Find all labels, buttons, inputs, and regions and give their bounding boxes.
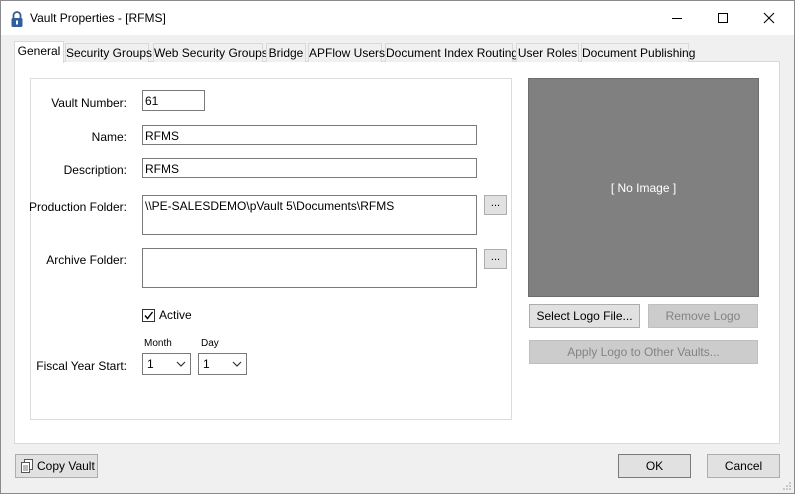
description-input[interactable]: RFMS — [142, 158, 477, 178]
minimize-button[interactable] — [654, 1, 700, 35]
checkmark-icon — [144, 311, 154, 320]
logo-preview: [ No Image ] — [528, 78, 759, 297]
maximize-button[interactable] — [700, 1, 746, 35]
day-label: Day — [201, 338, 219, 349]
production-folder-browse-button[interactable]: ... — [484, 195, 507, 215]
lock-icon — [11, 11, 23, 27]
month-select[interactable]: 1 — [142, 353, 191, 375]
ok-button[interactable]: OK — [618, 454, 691, 478]
vault-properties-window: Vault Properties - [RFMS] General Securi… — [0, 0, 795, 494]
production-folder-input[interactable]: \\PE-SALESDEMO\pVault 5\Documents\RFMS — [142, 195, 477, 235]
chevron-down-icon — [176, 361, 186, 367]
tab-bridge[interactable]: Bridge — [266, 43, 306, 62]
tab-apflow-users[interactable]: APFlow Users — [308, 43, 385, 62]
close-button[interactable] — [746, 1, 792, 35]
day-value: 1 — [203, 357, 210, 371]
vault-number-label: Vault Number: — [51, 96, 127, 110]
archive-folder-label: Archive Folder: — [46, 253, 127, 267]
no-image-placeholder: [ No Image ] — [610, 180, 677, 195]
tab-web-security-groups[interactable]: Web Security Groups — [153, 43, 268, 62]
copy-vault-button[interactable]: Copy Vault — [15, 454, 98, 478]
maximize-icon — [718, 13, 728, 23]
name-label: Name: — [91, 130, 127, 144]
window-title: Vault Properties - [RFMS] — [30, 11, 166, 25]
tab-security-groups[interactable]: Security Groups — [65, 43, 152, 62]
day-select[interactable]: 1 — [198, 353, 247, 375]
archive-folder-browse-button[interactable]: ... — [484, 249, 507, 269]
cancel-button[interactable]: Cancel — [707, 454, 780, 478]
apply-logo-to-other-vaults-button[interactable]: Apply Logo to Other Vaults... — [529, 340, 758, 364]
archive-folder-input[interactable] — [142, 248, 477, 288]
tab-user-roles[interactable]: User Roles — [516, 43, 579, 62]
close-icon — [763, 12, 775, 24]
select-logo-file-button[interactable]: Select Logo File... — [529, 304, 640, 328]
title-bar[interactable]: Vault Properties - [RFMS] — [1, 1, 794, 35]
copy-icon — [21, 459, 33, 473]
chevron-down-icon — [232, 361, 242, 367]
month-value: 1 — [147, 357, 154, 371]
description-label: Description: — [63, 163, 127, 177]
copy-vault-label: Copy Vault — [37, 459, 95, 473]
tab-general[interactable]: General — [14, 41, 64, 63]
tab-document-index-routing[interactable]: Document Index Routing — [385, 43, 518, 62]
fiscal-year-start-label: Fiscal Year Start: — [36, 359, 127, 373]
active-label: Active — [159, 308, 192, 322]
name-input[interactable]: RFMS — [142, 125, 477, 145]
production-folder-label: Production Folder: — [28, 200, 127, 214]
month-label: Month — [144, 338, 172, 349]
tab-document-publishing[interactable]: Document Publishing — [581, 43, 695, 62]
active-checkbox[interactable] — [142, 309, 155, 322]
remove-logo-button[interactable]: Remove Logo — [648, 304, 758, 328]
resize-grip-icon[interactable] — [781, 480, 792, 491]
vault-number-input[interactable]: 61 — [142, 90, 205, 111]
minimize-icon — [672, 18, 682, 19]
